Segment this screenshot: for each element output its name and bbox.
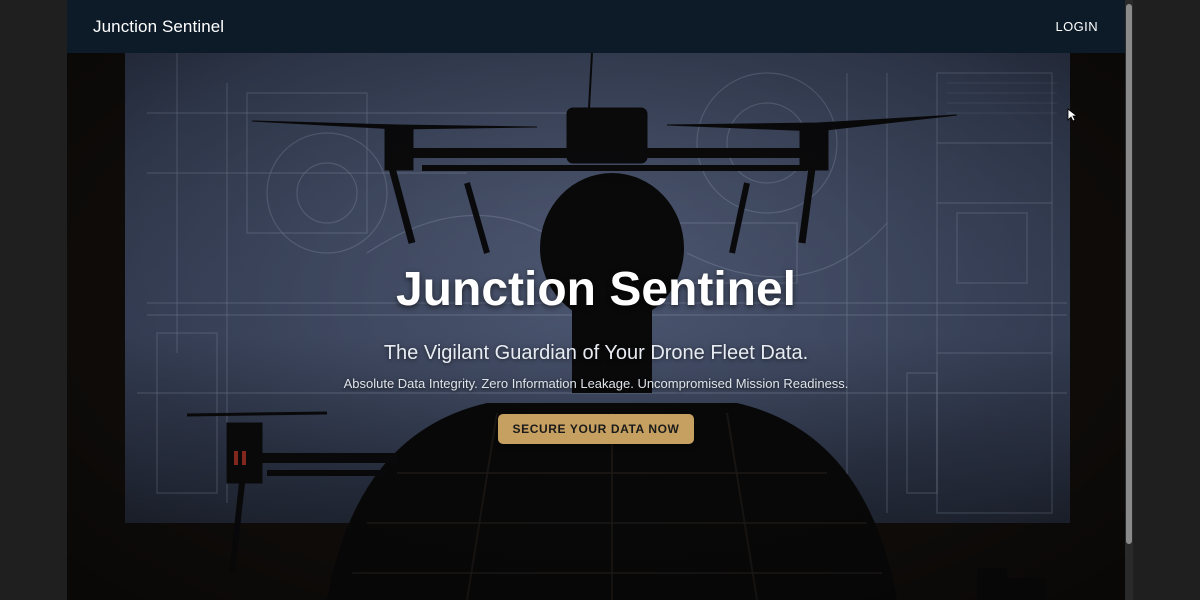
vertical-scrollbar[interactable] <box>1125 0 1133 600</box>
hero-tagline: Absolute Data Integrity. Zero Informatio… <box>343 376 849 391</box>
secure-data-button[interactable]: SECURE YOUR DATA NOW <box>498 414 694 444</box>
scrollbar-thumb[interactable] <box>1126 4 1132 544</box>
hero-section: Junction Sentinel The Vigilant Guardian … <box>67 53 1125 600</box>
page: Junction Sentinel LOGIN Junction Sentine… <box>67 0 1125 600</box>
hero-content: Junction Sentinel The Vigilant Guardian … <box>67 53 1125 600</box>
mouse-cursor-icon <box>1067 108 1077 122</box>
brand-link[interactable]: Junction Sentinel <box>93 17 224 37</box>
login-link[interactable]: LOGIN <box>1056 19 1098 34</box>
hero-title: Junction Sentinel <box>395 263 797 316</box>
hero-subtitle: The Vigilant Guardian of Your Drone Flee… <box>383 342 809 364</box>
navbar: Junction Sentinel LOGIN <box>67 0 1125 53</box>
